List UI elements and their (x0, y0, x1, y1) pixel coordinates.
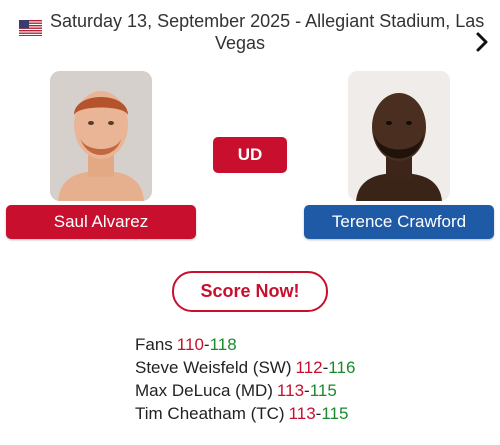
score-left: 110 (176, 335, 204, 354)
chevron-right-icon[interactable] (472, 30, 492, 54)
judge-name: Fans (135, 335, 173, 354)
fighter-avatar-right (348, 71, 450, 201)
score-row-tc: Tim Cheatham (TC) 113 - 115 (135, 402, 355, 425)
judge-name: Steve Weisfeld (SW) (135, 358, 292, 377)
score-right: 115 (321, 404, 349, 423)
scorecard-list: Fans 110 - 118 Steve Weisfeld (SW) 112 -… (135, 333, 355, 425)
fighter-name-right[interactable]: Terence Crawford (304, 205, 494, 239)
event-date-venue: Saturday 13, September 2025 - Allegiant … (50, 11, 485, 31)
result-method-badge: UD (213, 137, 287, 173)
judge-name: Tim Cheatham (TC) (135, 404, 285, 423)
fighter-avatar-left (50, 71, 152, 201)
judge-name: Max DeLuca (MD) (135, 381, 273, 400)
score-right: 118 (209, 335, 237, 354)
score-left: 113 (276, 381, 305, 400)
event-header: Saturday 13, September 2025 - Allegiant … (0, 8, 500, 58)
score-row-md: Max DeLuca (MD) 113 - 115 (135, 379, 355, 402)
score-row-sw: Steve Weisfeld (SW) 112 - 116 (135, 356, 355, 379)
fighter-photo-right (348, 71, 450, 201)
score-right: 115 (309, 381, 337, 400)
score-left: 113 (288, 404, 316, 423)
score-row-fans: Fans 110 - 118 (135, 333, 355, 356)
score-left: 112 (295, 358, 323, 377)
event-venue-cont: Vegas (214, 33, 266, 53)
score-now-button[interactable]: Score Now! (172, 271, 328, 312)
fighter-name-left[interactable]: Saul Alvarez (6, 205, 196, 239)
fighter-photo-left (50, 71, 152, 201)
score-right: 116 (328, 358, 356, 377)
